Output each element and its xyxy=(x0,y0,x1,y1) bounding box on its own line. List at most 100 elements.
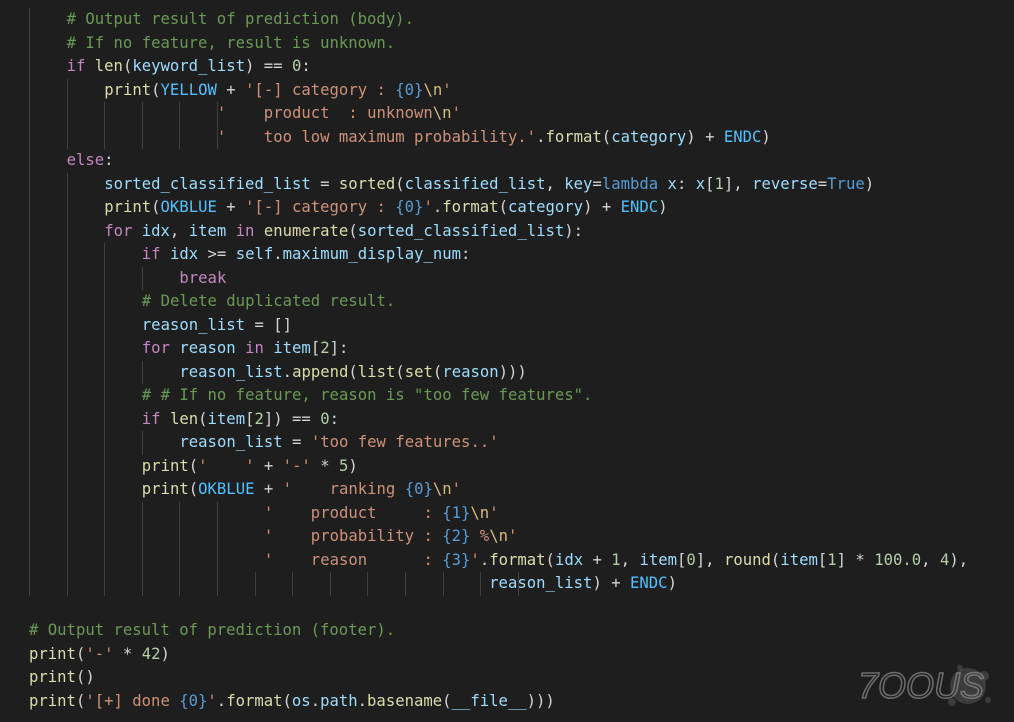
code-line-content: reason_list.append(list(set(reason))) xyxy=(29,362,526,381)
code-line[interactable]: print(' ' + '-' * 5) xyxy=(29,454,968,478)
code-token: ( xyxy=(545,550,555,569)
code-line[interactable]: sorted_classified_list = sorted(classifi… xyxy=(29,172,968,196)
code-editor[interactable]: # Output result of prediction (body). # I… xyxy=(0,0,1014,722)
code-line[interactable]: break xyxy=(29,266,968,290)
code-token: else xyxy=(66,151,105,169)
code-line[interactable]: print(OKBLUE + '[-] category : {0}'.form… xyxy=(29,196,968,220)
code-line-content: print('-' * 42) xyxy=(29,645,170,663)
code-token: format xyxy=(545,127,602,146)
code-line[interactable]: # Output result of prediction (footer). xyxy=(29,619,968,643)
code-line[interactable]: for idx, item in enumerate(sorted_classi… xyxy=(29,219,968,243)
code-token: , xyxy=(620,550,640,569)
code-line[interactable]: print() xyxy=(29,666,968,690)
code-token: len xyxy=(94,57,123,75)
code-token: print xyxy=(141,456,189,475)
code-line[interactable]: if idx >= self.maximum_display_num: xyxy=(29,243,968,267)
code-token: * xyxy=(310,456,339,475)
code-line-content: # # If no feature, reason is "too few fe… xyxy=(29,386,593,404)
code-token: + xyxy=(254,480,283,498)
code-token: item xyxy=(780,550,818,569)
code-token: ], xyxy=(695,550,724,569)
code-token: ' xyxy=(423,198,433,216)
code-token: print xyxy=(29,691,76,710)
code-token: reason_list xyxy=(141,315,246,334)
code-token: . xyxy=(310,691,321,710)
code-line[interactable]: ' product : unknown\n' xyxy=(29,102,968,126)
code-token: ]: xyxy=(329,339,349,357)
code-token: ' ' xyxy=(198,456,255,475)
code-line[interactable]: reason_list = 'too few features..' xyxy=(29,431,968,455)
code-line[interactable]: print('-' * 42) xyxy=(29,643,968,667)
code-area[interactable]: # Output result of prediction (body). # I… xyxy=(29,8,968,713)
code-token: ( xyxy=(151,80,161,99)
code-token: ( xyxy=(770,550,781,569)
code-line[interactable]: # Output result of prediction (body). xyxy=(29,8,968,32)
code-token: ) + xyxy=(592,574,631,592)
code-token: 100.0 xyxy=(874,550,922,569)
code-token: . xyxy=(479,550,490,569)
code-token: . xyxy=(216,691,227,710)
code-line-content: ' probability : {2} %\n' xyxy=(29,527,518,545)
code-line[interactable]: if len(item[2]) == 0: xyxy=(29,407,968,431)
code-token: ( xyxy=(601,127,612,146)
code-line-content: for reason in item[2]: xyxy=(29,339,349,357)
code-token: ( xyxy=(348,221,358,240)
code-token: if xyxy=(141,409,161,428)
code-line-content: if idx >= self.maximum_display_num: xyxy=(29,245,471,263)
code-token: 1 xyxy=(611,550,621,569)
watermark-text: 7OOUS xyxy=(858,665,984,706)
code-line[interactable]: # # If no feature, reason is "too few fe… xyxy=(29,384,968,408)
code-line[interactable]: ' probability : {2} %\n' xyxy=(29,525,968,549)
code-token: 0 xyxy=(291,57,302,75)
code-token: basename xyxy=(367,691,443,710)
code-line[interactable]: print('[+] done {0}'.format(os.path.base… xyxy=(29,690,968,714)
code-token: = xyxy=(282,433,311,451)
code-line[interactable]: print(YELLOW + '[-] category : {0}\n' xyxy=(29,78,968,102)
code-token: 2 xyxy=(320,339,330,357)
code-line[interactable]: # If no feature, result is unknown. xyxy=(29,31,968,55)
code-token: in xyxy=(245,339,264,357)
code-token: format xyxy=(442,198,499,216)
code-token: ]) == xyxy=(263,409,321,428)
code-line-content: print('[+] done {0}'.format(os.path.base… xyxy=(29,692,555,710)
code-line[interactable]: if len(keyword_list) == 0: xyxy=(29,55,968,79)
code-token: for xyxy=(141,339,170,357)
code-token: idx xyxy=(554,550,584,569)
code-line[interactable]: ' reason : {3}'.format(idx + 1, item[0],… xyxy=(29,548,968,572)
code-token: format xyxy=(226,691,283,710)
code-line[interactable]: ' too low maximum probability.'.format(c… xyxy=(29,125,968,149)
code-line[interactable] xyxy=(29,596,968,620)
code-token: ' xyxy=(507,527,518,545)
code-token: print xyxy=(104,80,152,99)
code-line[interactable]: ' product : {1}\n' xyxy=(29,501,968,525)
code-token: {0} xyxy=(179,691,208,710)
code-token: reason_list xyxy=(179,433,283,451)
code-line[interactable]: print(OKBLUE + ' ranking {0}\n' xyxy=(29,478,968,502)
code-token: '[-] category : xyxy=(245,198,396,216)
code-token: () xyxy=(75,668,95,686)
code-token: '-' xyxy=(282,456,311,475)
code-token: ( xyxy=(432,362,443,381)
code-token: : xyxy=(461,245,471,263)
code-line[interactable]: # Delete duplicated result. xyxy=(29,290,968,314)
code-token: ) xyxy=(658,198,668,216)
code-line[interactable]: reason_list.append(list(set(reason))) xyxy=(29,360,968,384)
code-line[interactable]: reason_list) + ENDC) xyxy=(29,572,968,596)
code-token: ' xyxy=(442,80,452,99)
code-token: '-' xyxy=(85,644,114,663)
code-line[interactable]: for reason in item[2]: xyxy=(29,337,968,361)
code-token: . xyxy=(357,691,368,710)
code-token: ) xyxy=(348,456,358,475)
code-token: set xyxy=(404,362,433,381)
code-token: 1 xyxy=(827,550,837,569)
code-line[interactable]: reason_list = [] xyxy=(29,313,968,337)
code-token: ( xyxy=(282,691,292,710)
code-token: lambda xyxy=(601,174,659,193)
code-line[interactable]: else: xyxy=(29,149,968,173)
code-token: YELLOW xyxy=(160,80,217,99)
code-token: 0 xyxy=(686,550,696,569)
